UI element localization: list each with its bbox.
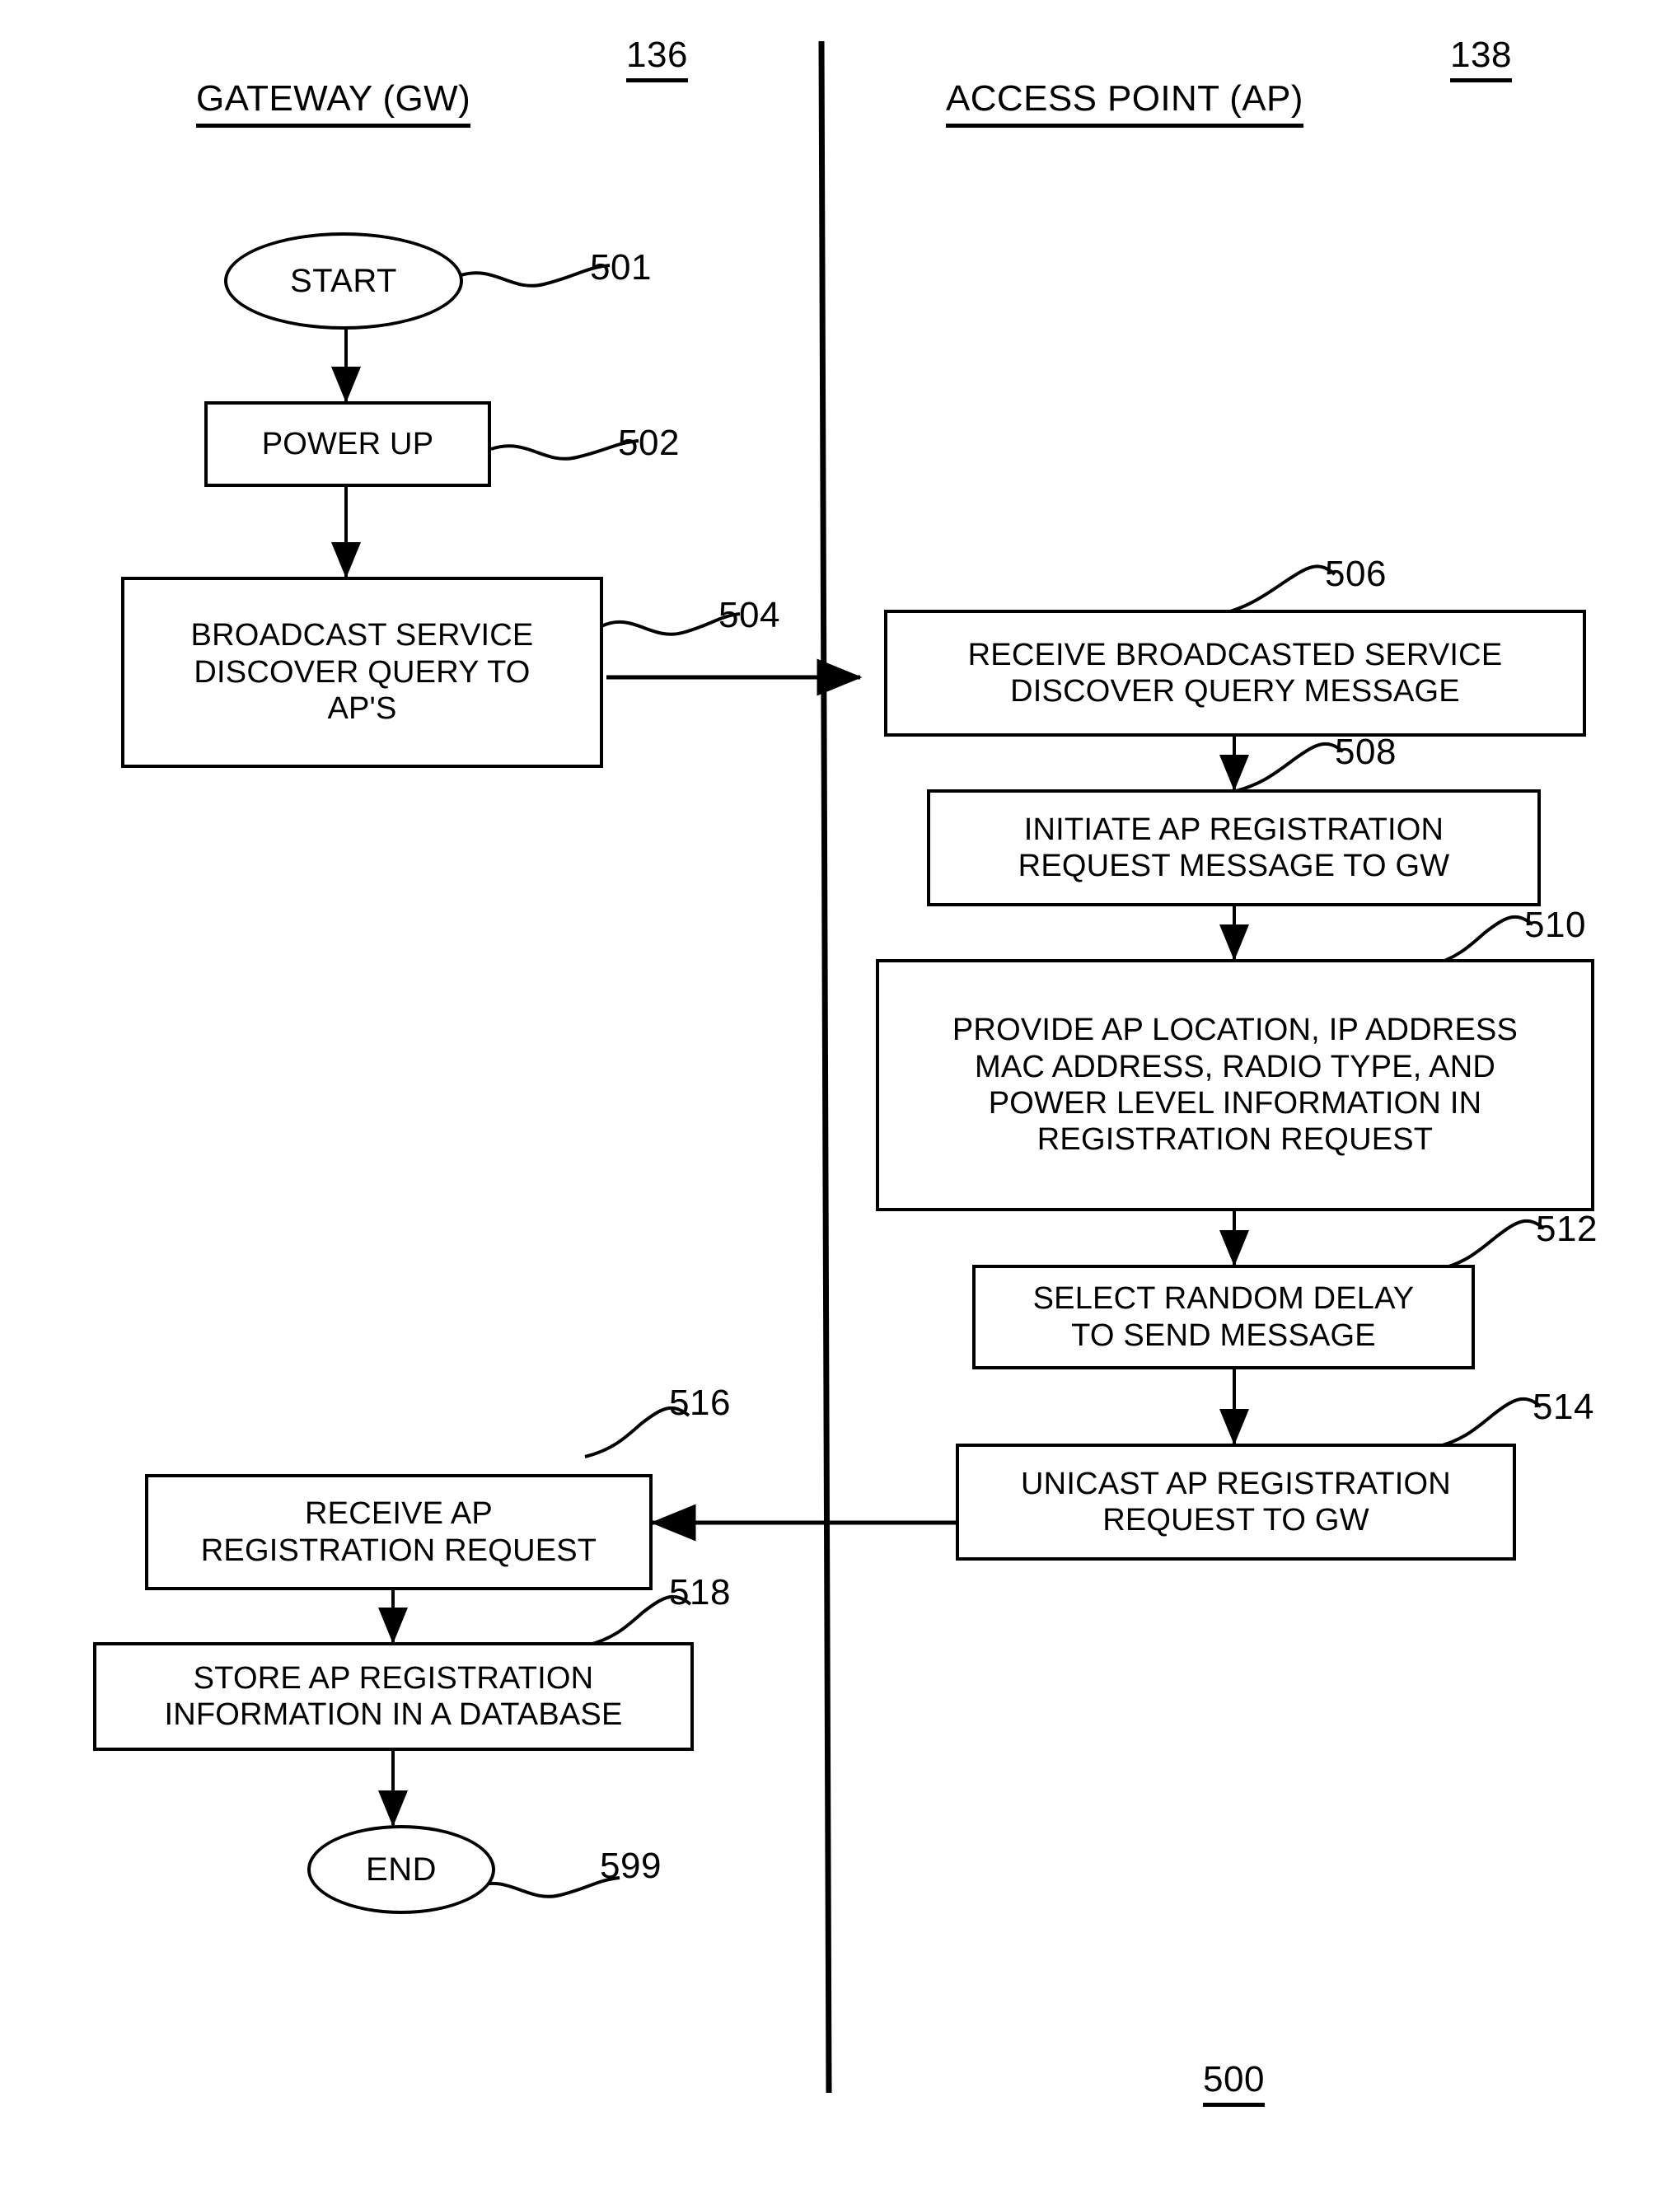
leader-512 [1437, 1219, 1546, 1271]
node-receive-broadcasted-service-discover-query: RECEIVE BROADCASTED SERVICE DISCOVER QUE… [884, 610, 1586, 737]
swimlane-divider [818, 40, 832, 2094]
node-power-up: POWER UP [204, 401, 491, 487]
leader-599 [474, 1876, 620, 1898]
node-start: START [224, 232, 463, 330]
leader-501 [457, 264, 611, 288]
column-header-access-point: ACCESS POINT (AP) [946, 78, 1303, 128]
node-initiate-ap-registration-request: INITIATE AP REGISTRATION REQUEST MESSAGE… [927, 789, 1541, 906]
node-end: END [307, 1825, 495, 1914]
node-broadcast-service-discover-query: BROADCAST SERVICE DISCOVER QUERY TO AP'S [121, 577, 603, 768]
leader-506 [1210, 564, 1336, 618]
ref-label-514: 514 [1533, 1387, 1594, 1427]
node-select-random-delay: SELECT RANDOM DELAY TO SEND MESSAGE [972, 1265, 1475, 1369]
ref-label-504: 504 [718, 595, 780, 635]
node-store-ap-registration-information: STORE AP REGISTRATION INFORMATION IN A D… [93, 1642, 694, 1751]
ref-label-516: 516 [669, 1383, 731, 1423]
leader-514 [1433, 1397, 1542, 1449]
column-ref-138: 138 [1450, 35, 1512, 82]
node-provide-ap-location-info: PROVIDE AP LOCATION, IP ADDRESS MAC ADDR… [876, 959, 1594, 1211]
figure-number-label: 500 [1203, 2059, 1265, 2107]
node-receive-ap-registration-request: RECEIVE AP REGISTRATION REQUEST [145, 1474, 653, 1590]
patent-flowchart-figure: GATEWAY (GW) 136 ACCESS POINT (AP) 138 S… [0, 0, 1680, 2195]
ref-label-518: 518 [669, 1572, 731, 1612]
ref-label-508: 508 [1335, 732, 1397, 772]
node-unicast-ap-registration-request: UNICAST AP REGISTRATION REQUEST TO GW [956, 1444, 1516, 1561]
column-ref-136: 136 [626, 35, 688, 82]
ref-label-510: 510 [1524, 905, 1586, 945]
ref-label-501: 501 [590, 247, 652, 288]
leader-508 [1228, 742, 1345, 794]
ref-label-512: 512 [1536, 1209, 1598, 1249]
ref-label-502: 502 [618, 423, 680, 463]
leader-502 [490, 439, 639, 461]
ref-label-599: 599 [600, 1846, 662, 1886]
ref-label-506: 506 [1325, 554, 1387, 594]
column-header-gateway: GATEWAY (GW) [196, 78, 471, 128]
